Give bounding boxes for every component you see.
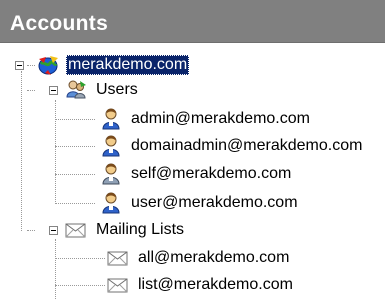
user-label[interactable]: domainadmin@merakdemo.com [129,136,364,156]
user-label[interactable]: admin@merakdemo.com [129,109,312,129]
tree-connector [55,119,95,120]
user-icon [99,163,123,185]
tree-connector [55,146,95,147]
tree-connector [55,239,56,299]
users-group-icon [64,79,88,101]
collapse-toggle-mailing-lists[interactable] [49,226,58,235]
user-label[interactable]: user@merakdemo.com [129,193,300,213]
users-group-label[interactable]: Users [94,80,140,100]
tree-node-user[interactable]: self@merakdemo.com [99,163,293,185]
collapse-toggle-users[interactable] [49,86,58,95]
mailing-lists-icon [64,219,88,241]
tree-connector [27,65,35,66]
tree-node-user[interactable]: user@merakdemo.com [99,192,300,214]
tree-connector [27,90,35,91]
tree-node-user[interactable]: admin@merakdemo.com [99,108,312,130]
user-icon [99,192,123,214]
envelope-icon [106,247,130,269]
user-icon [99,108,123,130]
tree-connector [55,174,95,175]
tree-connector [55,100,56,204]
tree-connector [27,230,35,231]
tree-node-list[interactable]: all@merakdemo.com [106,247,291,269]
tree-connector [55,203,95,204]
tree-node-mailing-lists[interactable]: Mailing Lists [64,219,186,241]
domain-label[interactable]: merakdemo.com [66,55,190,75]
tree-node-domain[interactable]: merakdemo.com [36,54,190,76]
tree-connector [55,258,105,259]
user-label[interactable]: self@merakdemo.com [129,164,293,184]
tree-node-users[interactable]: Users [64,79,140,101]
domain-globe-icon [36,54,60,76]
accounts-panel-header: Accounts [0,0,385,43]
tree-node-list[interactable]: list@merakdemo.com [106,274,295,296]
collapse-toggle-root[interactable] [15,61,24,70]
list-label[interactable]: list@merakdemo.com [136,275,295,295]
tree-connector [55,285,105,286]
list-label[interactable]: all@merakdemo.com [136,248,291,268]
envelope-icon [106,274,130,296]
tree-connector [21,71,22,231]
panel-title: Accounts [10,12,109,35]
tree-node-user[interactable]: domainadmin@merakdemo.com [99,135,364,157]
mailing-lists-label[interactable]: Mailing Lists [94,220,186,240]
user-icon [99,135,123,157]
accounts-tree[interactable]: merakdemo.com Users admin@merakdemo.com [0,43,385,299]
